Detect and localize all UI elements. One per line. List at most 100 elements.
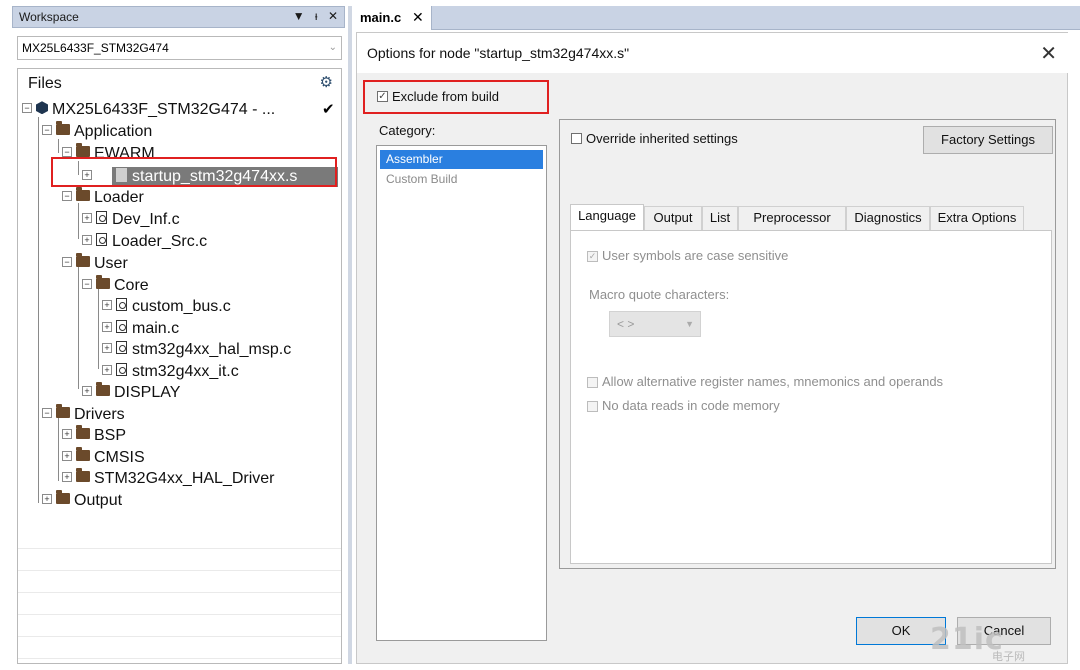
dropdown-arrow-icon[interactable]: ▼ [293, 9, 305, 23]
close-icon[interactable]: ✕ [412, 9, 424, 26]
tree-item-hal-driver[interactable]: + STM32G4xx_HAL_Driver [62, 468, 275, 490]
tab-language[interactable]: Language [570, 204, 644, 230]
tree-item-label: custom_bus.c [132, 298, 231, 315]
folder-icon [96, 275, 110, 290]
project-cube-icon [36, 101, 48, 115]
c-file-icon [116, 298, 127, 312]
tab-diagnostics[interactable]: Diagnostics [846, 206, 930, 230]
site-watermark: 21ic 电子网 [930, 620, 1072, 664]
expand-icon[interactable]: + [82, 385, 92, 396]
folder-icon [56, 490, 70, 505]
tab-list[interactable]: List [702, 206, 738, 230]
c-file-icon [116, 320, 127, 334]
tree-item-drivers[interactable]: − Drivers [42, 404, 125, 426]
tree-item-main-c[interactable]: + main.c [102, 318, 179, 340]
tree-item-label: Core [114, 277, 149, 294]
exclude-from-build-checkbox[interactable]: ✓ [377, 91, 388, 102]
chevron-down-icon: ⌄ [328, 42, 337, 53]
collapse-icon[interactable]: − [62, 190, 72, 201]
collapse-icon[interactable]: − [82, 278, 92, 289]
expand-icon[interactable]: + [82, 234, 92, 245]
folder-icon [56, 121, 70, 136]
case-sensitive-checkbox[interactable]: ✓ [587, 251, 598, 262]
tab-preprocessor[interactable]: Preprocessor [738, 206, 846, 230]
expand-icon[interactable]: + [102, 364, 112, 375]
expand-icon[interactable]: + [42, 493, 52, 504]
tree-item-label: MX25L6433F_STM32G474 - ... [52, 101, 276, 118]
folder-icon [76, 143, 90, 158]
tree-item-loader[interactable]: − Loader [62, 187, 144, 209]
folder-icon [76, 253, 90, 268]
empty-row [18, 593, 341, 615]
expand-icon[interactable]: + [62, 450, 72, 461]
tree-item-hal-msp[interactable]: + stm32g4xx_hal_msp.c [102, 339, 291, 361]
expand-icon[interactable]: + [62, 471, 72, 482]
collapse-icon[interactable]: − [62, 256, 72, 267]
no-data-reads-label: No data reads in code memory [602, 398, 780, 413]
category-label: Category: [379, 123, 436, 138]
folder-icon [76, 468, 90, 483]
gear-icon[interactable]: ⚙ [320, 73, 333, 91]
alt-register-names-checkbox[interactable] [587, 377, 598, 388]
tree-item-loader-src[interactable]: + Loader_Src.c [82, 231, 207, 253]
collapse-icon[interactable]: − [62, 146, 72, 157]
override-inherited-checkbox[interactable] [571, 133, 582, 144]
tab-output[interactable]: Output [644, 206, 702, 230]
close-icon[interactable]: ✕ [1040, 41, 1057, 66]
collapse-icon[interactable]: − [42, 407, 52, 418]
tree-item-core[interactable]: − Core [82, 275, 149, 297]
dialog-title: Options for node "startup_stm32g474xx.s" [367, 45, 630, 61]
empty-row [18, 549, 341, 571]
tree-item-application[interactable]: − Application [42, 121, 152, 143]
tree-item-root[interactable]: − MX25L6433F_STM32G474 - ... [22, 99, 275, 121]
macro-quote-select[interactable]: < > ▼ [609, 311, 701, 337]
expand-icon[interactable]: + [82, 212, 92, 223]
workspace-title: Workspace [19, 10, 79, 24]
expand-icon[interactable]: + [102, 342, 112, 353]
tab-label: main.c [360, 10, 402, 25]
no-data-reads-checkbox[interactable] [587, 401, 598, 412]
case-sensitive-label: User symbols are case sensitive [602, 248, 789, 263]
tab-extra-options[interactable]: Extra Options [930, 206, 1024, 230]
c-file-icon [96, 233, 107, 247]
tree-item-it-c[interactable]: + stm32g4xx_it.c [102, 361, 239, 383]
expand-icon[interactable]: + [62, 428, 72, 439]
tree-connector [98, 289, 99, 369]
tree-item-display[interactable]: + DISPLAY [82, 382, 180, 404]
workspace-titlebar: Workspace ▼ ᵻ ✕ [12, 6, 345, 28]
tree-item-cmsis[interactable]: + CMSIS [62, 447, 145, 469]
c-file-icon [116, 341, 127, 355]
expand-icon[interactable]: + [102, 299, 112, 310]
tree-item-dev-inf[interactable]: + Dev_Inf.c [82, 209, 180, 231]
collapse-icon[interactable]: − [42, 124, 52, 135]
tree-item-bsp[interactable]: + BSP [62, 425, 126, 447]
tree-item-label: Drivers [74, 406, 125, 423]
category-item-assembler[interactable]: Assembler [380, 150, 543, 169]
category-list[interactable]: Assembler Custom Build [376, 145, 547, 641]
category-item-custom-build[interactable]: Custom Build [380, 170, 543, 189]
collapse-icon[interactable]: − [22, 102, 32, 113]
expand-icon[interactable]: + [102, 321, 112, 332]
project-select[interactable]: MX25L6433F_STM32G474 ⌄ [17, 36, 342, 60]
tree-item-output[interactable]: + Output [42, 490, 122, 512]
editor-tab-bar: main.c ✕ [354, 6, 1080, 30]
close-icon[interactable]: ✕ [328, 9, 338, 23]
tree-item-user[interactable]: − User [62, 253, 128, 275]
tree-connector [38, 117, 39, 503]
tree-item-label: stm32g4xx_hal_msp.c [132, 341, 292, 358]
empty-row [18, 571, 341, 593]
macro-quote-value: < > [617, 317, 635, 331]
override-inherited-label[interactable]: Override inherited settings [586, 131, 738, 146]
factory-settings-button[interactable]: Factory Settings [923, 126, 1053, 154]
language-tab-content: ✓ User symbols are case sensitive Macro … [570, 230, 1052, 564]
pin-icon[interactable]: ᵻ [315, 9, 318, 23]
settings-panel: Override inherited settings Factory Sett… [559, 119, 1056, 569]
tree-item-label: Loader_Src.c [112, 233, 208, 250]
tree-item-custom-bus[interactable]: + custom_bus.c [102, 296, 231, 318]
empty-row [18, 527, 341, 549]
exclude-from-build-label[interactable]: Exclude from build [392, 89, 499, 104]
tab-main-c[interactable]: main.c ✕ [354, 6, 432, 30]
panel-splitter[interactable] [348, 6, 352, 664]
tree-item-label: DISPLAY [114, 384, 181, 401]
tree-item-label: Output [74, 492, 123, 509]
